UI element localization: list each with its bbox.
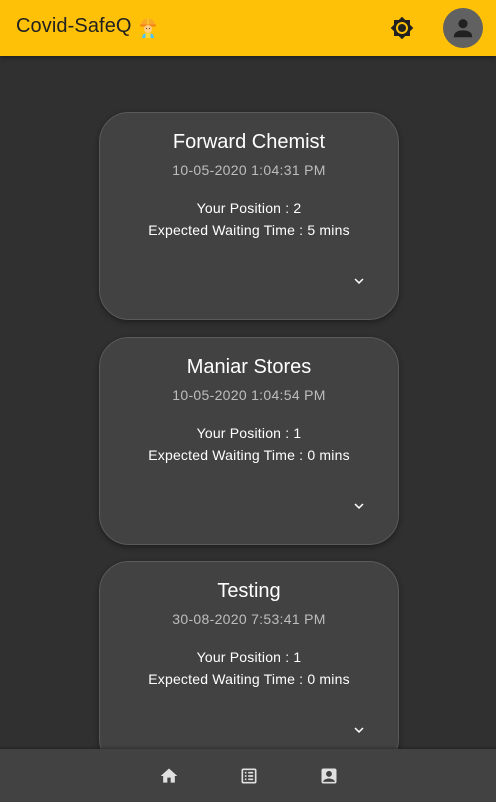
store-name: Testing — [217, 580, 281, 602]
account-button[interactable] — [443, 8, 483, 48]
expand-button[interactable] — [349, 496, 369, 516]
expand-button[interactable] — [349, 720, 369, 740]
chevron-down-icon — [354, 503, 364, 509]
queue-timestamp: 10-05-2020 1:04:54 PM — [172, 387, 326, 403]
queue-position: Your Position : 1 — [196, 649, 302, 665]
queue-timestamp: 10-05-2020 1:04:31 PM — [172, 162, 326, 178]
store-name: Maniar Stores — [186, 356, 312, 378]
home-icon — [160, 768, 178, 783]
chevron-down-icon — [354, 727, 364, 733]
queue-timestamp: 30-08-2020 7:53:41 PM — [172, 611, 326, 627]
contact-icon — [321, 768, 337, 784]
nav-contact-button[interactable] — [319, 766, 339, 786]
app-title-text: Covid-SafeQ — [16, 15, 132, 37]
queue-card[interactable]: Testing 30-08-2020 7:53:41 PM Your Posit… — [99, 561, 399, 749]
waiting-time: Expected Waiting Time : 5 mins — [148, 222, 350, 238]
nav-home-button[interactable] — [159, 766, 179, 786]
waiting-time: Expected Waiting Time : 0 mins — [148, 447, 350, 463]
expand-button[interactable] — [349, 271, 369, 291]
queue-position: Your Position : 1 — [196, 425, 302, 441]
account-circle-icon — [453, 19, 473, 38]
queue-list[interactable]: Forward Chemist 10-05-2020 1:04:31 PM Yo… — [0, 56, 496, 749]
queue-card[interactable]: Forward Chemist 10-05-2020 1:04:31 PM Yo… — [99, 112, 399, 320]
queue-card[interactable]: Maniar Stores 10-05-2020 1:04:54 PM Your… — [99, 337, 399, 545]
nav-list-button[interactable] — [239, 766, 259, 786]
store-name: Forward Chemist — [172, 131, 326, 153]
chevron-down-icon — [354, 278, 364, 284]
app-bar: Covid-SafeQ — [0, 0, 496, 56]
brightness-icon — [390, 16, 414, 40]
app-title: Covid-SafeQ — [16, 15, 158, 38]
construction-worker-icon — [139, 18, 156, 38]
bottom-navigation — [0, 749, 496, 802]
list-icon — [241, 768, 257, 784]
waiting-time: Expected Waiting Time : 0 mins — [148, 671, 350, 687]
queue-position: Your Position : 2 — [196, 200, 302, 216]
theme-toggle-button[interactable] — [388, 14, 416, 42]
